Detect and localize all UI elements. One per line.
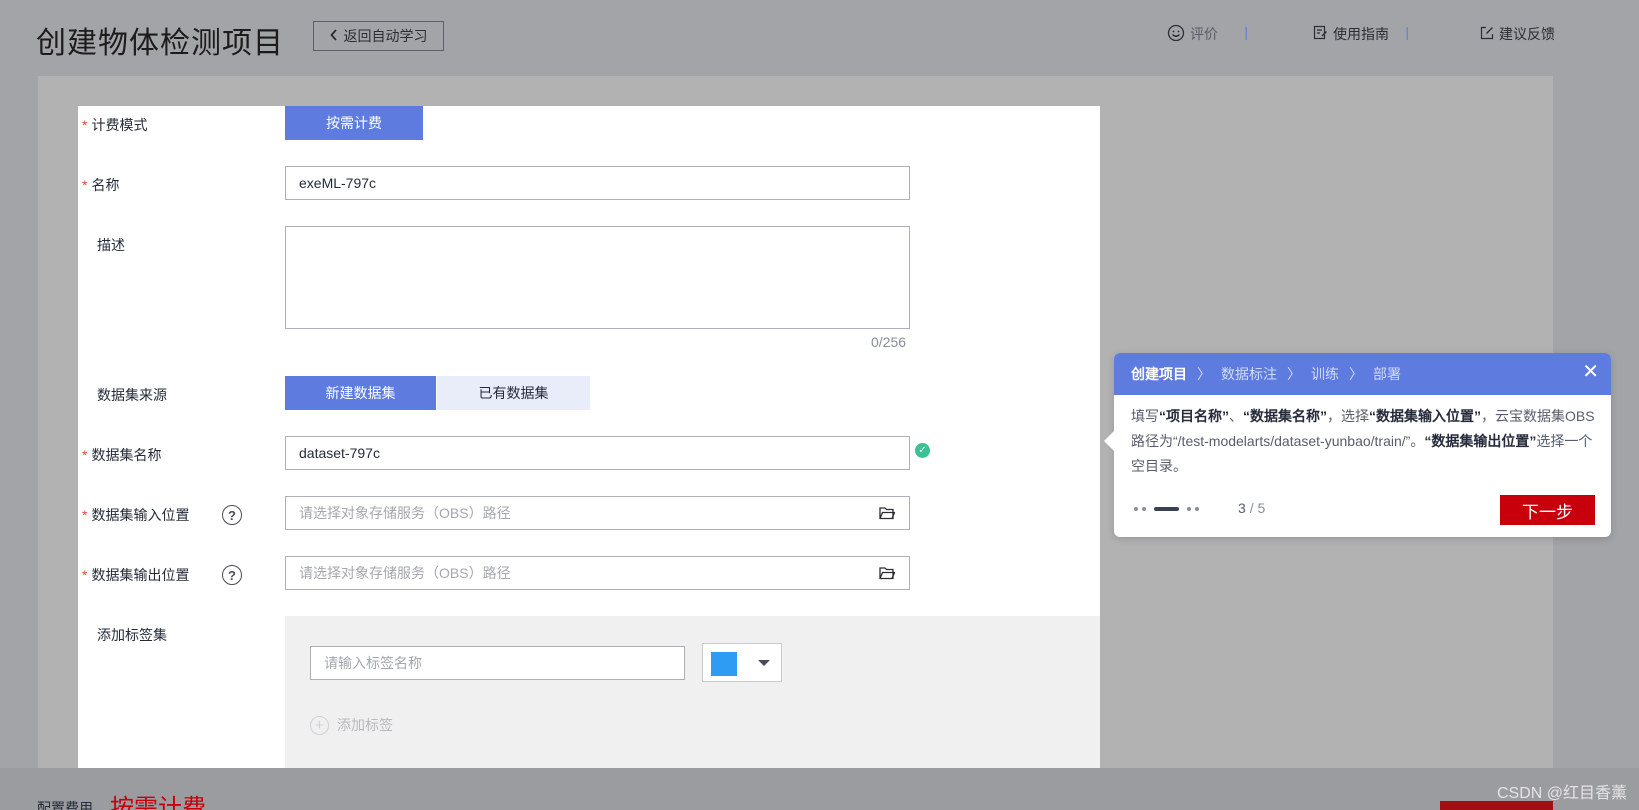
- new-dataset-button[interactable]: 新建数据集: [285, 376, 436, 410]
- guide-steps: 创建项目 〉 数据标注 〉 训练 〉 部署 ✕: [1114, 353, 1611, 395]
- help-icon[interactable]: ?: [222, 505, 242, 525]
- fee-value: 按需计费: [110, 795, 206, 810]
- dataset-input-label: * 数据集输入位置: [82, 507, 190, 523]
- dataset-input-placeholder: 请选择对象存储服务（OBS）路径: [299, 505, 511, 521]
- back-button-label: 返回自动学习: [343, 28, 428, 44]
- guide-text: 填写“项目名称”、“数据集名称”，选择“数据集输入位置”，云宝数据集OBS路径为…: [1131, 408, 1595, 474]
- rate-link[interactable]: 评价: [1167, 20, 1218, 48]
- rate-link-label: 评价: [1190, 26, 1218, 42]
- step-create-project: 创建项目: [1131, 366, 1187, 382]
- watermark: CSDN @红目香薰: [1496, 785, 1627, 802]
- guide-popover: 创建项目 〉 数据标注 〉 训练 〉 部署 ✕ 填写“项目名称”、“数据集名称”…: [1104, 353, 1611, 537]
- feedback-label: 建议反馈: [1499, 26, 1555, 42]
- required-mark: *: [82, 447, 88, 463]
- usage-guide-link[interactable]: 使用指南: [1313, 20, 1389, 48]
- color-swatch: [711, 652, 737, 676]
- billing-mode-label: * 计费模式: [82, 117, 148, 133]
- page-title: 创建物体检测项目: [36, 27, 284, 60]
- dataset-input-path-field[interactable]: 请选择对象存储服务（OBS）路径: [285, 496, 910, 530]
- add-tag-label: 添加标签: [337, 717, 393, 733]
- folder-open-icon[interactable]: [879, 506, 896, 520]
- dataset-name-input[interactable]: dataset-797c: [285, 436, 910, 470]
- tag-set-label: 添加标签集: [97, 627, 167, 643]
- tag-color-picker[interactable]: [702, 643, 782, 682]
- tag-name-input[interactable]: 请输入标签名称: [310, 646, 685, 680]
- dataset-source-label: 数据集来源: [97, 387, 167, 403]
- billing-on-demand-button[interactable]: 按需计费: [285, 106, 423, 140]
- chevron-left-icon: [329, 28, 338, 44]
- help-icon[interactable]: ?: [222, 565, 242, 585]
- tag-set-area: [285, 616, 1100, 782]
- close-icon[interactable]: ✕: [1582, 362, 1599, 382]
- name-label: * 名称: [82, 177, 120, 193]
- caret-down-icon: [758, 660, 770, 666]
- folder-open-icon[interactable]: [879, 566, 896, 580]
- edit-icon: [1480, 26, 1494, 43]
- step-indicator: [1134, 507, 1199, 511]
- step-deploy: 部署: [1373, 366, 1401, 382]
- chevron-right-icon: 〉: [1287, 366, 1301, 382]
- guide-pager: 3 / 5: [1238, 500, 1266, 516]
- add-tag-button[interactable]: + 添加标签: [310, 715, 393, 735]
- chevron-right-icon: 〉: [1349, 366, 1363, 382]
- step-data-labeling: 数据标注: [1221, 366, 1277, 382]
- description-label: 描述: [97, 237, 125, 253]
- bottom-bar: [0, 768, 1639, 810]
- usage-guide-label: 使用指南: [1333, 26, 1389, 42]
- feedback-link[interactable]: 建议反馈: [1480, 20, 1555, 48]
- description-counter: 0/256: [871, 334, 907, 350]
- document-edit-icon: [1313, 25, 1328, 43]
- description-textarea[interactable]: [285, 226, 910, 329]
- valid-check-icon: ✓: [915, 443, 930, 458]
- required-mark: *: [82, 567, 88, 583]
- popover-arrow: [1104, 431, 1114, 451]
- dataset-output-placeholder: 请选择对象存储服务（OBS）路径: [299, 565, 511, 581]
- fee-label: 配置费用: [37, 800, 93, 810]
- dataset-name-label: * 数据集名称: [82, 447, 162, 463]
- step-training: 训练: [1311, 366, 1339, 382]
- name-input[interactable]: exeML-797c: [285, 166, 910, 200]
- smile-icon: [1167, 24, 1185, 45]
- required-mark: *: [82, 507, 88, 523]
- required-mark: *: [82, 117, 88, 133]
- back-to-auto-learning-button[interactable]: 返回自动学习: [313, 21, 444, 51]
- link-separator: |: [1405, 24, 1409, 40]
- plus-circle-icon: +: [310, 715, 329, 735]
- next-step-button[interactable]: 下一步: [1500, 495, 1595, 525]
- dataset-output-label: * 数据集输出位置: [82, 567, 190, 583]
- dataset-output-path-field[interactable]: 请选择对象存储服务（OBS）路径: [285, 556, 910, 590]
- required-mark: *: [82, 177, 88, 193]
- existing-dataset-button[interactable]: 已有数据集: [437, 376, 590, 410]
- link-separator: |: [1244, 24, 1248, 40]
- chevron-right-icon: 〉: [1197, 366, 1211, 382]
